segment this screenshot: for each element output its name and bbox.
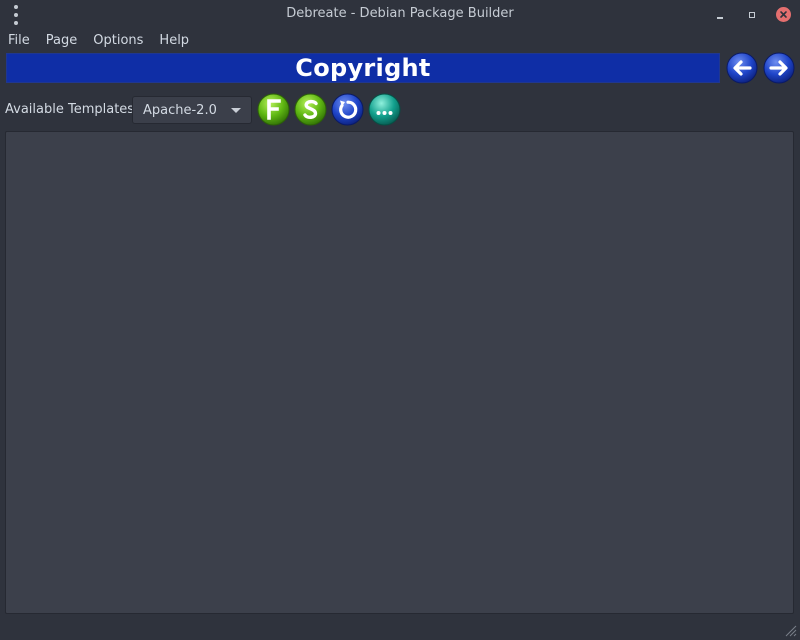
minimize-button[interactable] <box>712 7 728 23</box>
maximize-icon <box>749 12 755 18</box>
previous-page-button[interactable] <box>726 52 758 84</box>
templates-label: Available Templates <box>5 102 135 117</box>
refresh-icon <box>331 93 364 126</box>
more-icon <box>368 93 401 126</box>
close-button[interactable] <box>776 7 791 22</box>
page-title: Copyright <box>295 54 431 82</box>
arrow-left-icon <box>726 52 758 84</box>
refresh-button[interactable] <box>331 93 364 126</box>
more-button[interactable] <box>368 93 401 126</box>
template-select[interactable]: Apache-2.0 <box>132 96 252 124</box>
minimize-icon <box>717 17 723 19</box>
title-bar: Debreate - Debian Package Builder <box>0 0 800 29</box>
full-template-button[interactable] <box>257 93 290 126</box>
full-template-icon <box>257 93 290 126</box>
maximize-button[interactable] <box>744 7 760 23</box>
window-title: Debreate - Debian Package Builder <box>286 6 514 21</box>
menu-page[interactable]: Page <box>38 29 85 52</box>
menu-file[interactable]: File <box>0 29 38 52</box>
page-banner: Copyright <box>6 53 720 83</box>
template-toolbar: Available Templates Apache-2.0 <box>0 92 800 128</box>
menu-help[interactable]: Help <box>151 29 197 52</box>
menu-bar: File Page Options Help <box>0 29 800 52</box>
chevron-down-icon <box>231 108 241 113</box>
copyright-text-area[interactable] <box>5 131 794 614</box>
next-page-button[interactable] <box>763 52 795 84</box>
template-select-value: Apache-2.0 <box>143 103 217 118</box>
menu-options[interactable]: Options <box>85 29 151 52</box>
arrow-right-icon <box>763 52 795 84</box>
resize-grip-icon[interactable] <box>783 623 797 637</box>
short-template-icon <box>294 93 327 126</box>
close-icon <box>780 11 787 18</box>
short-template-button[interactable] <box>294 93 327 126</box>
